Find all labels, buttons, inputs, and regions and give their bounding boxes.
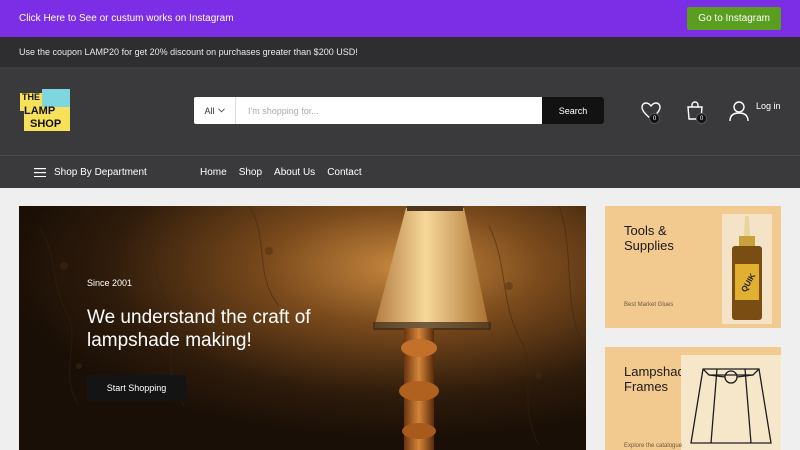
category-card-tools[interactable]: Tools & Supplies QUIK Best Market Glues [605,206,781,328]
account-button[interactable] [728,100,750,122]
category-select[interactable]: All [194,97,236,124]
hero-banner: Since 2001 We understand the craft of la… [19,206,586,450]
user-icon [729,101,749,122]
category-card-frames[interactable]: Lampshade Frames Explore the catalogue [605,347,781,450]
promo-bar: Click Here to See or custum works on Ins… [0,0,800,37]
wishlist-button[interactable]: 0 [640,100,662,124]
hamburger-icon [34,167,46,177]
coupon-bar: Use the coupon LAMP20 for get 20% discou… [0,37,800,67]
main-nav: Shop By Department Home Shop About Us Co… [0,155,800,188]
shop-by-department-menu[interactable]: Shop By Department [34,167,200,178]
site-logo[interactable]: THE LAMP SHOP [20,87,72,133]
nav-contact[interactable]: Contact [327,167,361,178]
search-button[interactable]: Search [542,97,604,124]
search-input[interactable] [236,97,542,124]
category-select-value: All [204,105,215,116]
hero-since-text: Since 2001 [87,278,133,288]
category-card-title: Tools & Supplies [624,223,674,253]
nav-shop[interactable]: Shop [239,167,262,178]
category-card-subtitle: Explore the catalogue [624,443,683,449]
lampshade-frame-image [681,355,781,450]
nav-about-us[interactable]: About Us [274,167,315,178]
login-link[interactable]: Log in [756,101,781,111]
coupon-text: Use the coupon LAMP20 for get 20% discou… [19,47,358,57]
promo-link[interactable]: Click Here to See or custum works on Ins… [19,13,234,24]
hero-headline: We understand the craft of lampshade mak… [87,307,311,351]
start-shopping-button[interactable]: Start Shopping [87,375,186,401]
wishlist-count-badge: 0 [649,113,660,124]
cart-button[interactable]: 0 [684,100,707,124]
chevron-down-icon [217,108,225,113]
nav-home[interactable]: Home [200,167,227,178]
category-card-subtitle: Best Market Glues [624,302,674,308]
department-label: Shop By Department [54,166,147,178]
search-bar: All Search [194,97,604,124]
svg-text:THE: THE [22,92,40,102]
site-header: THE LAMP SHOP All Search 0 0 Log in [0,67,800,155]
glue-bottle-image: QUIK [722,214,772,324]
svg-text:SHOP: SHOP [30,118,61,130]
go-to-instagram-button[interactable]: Go to Instagram [687,7,781,30]
svg-text:LAMP: LAMP [24,105,55,117]
cart-count-badge: 0 [696,113,707,124]
